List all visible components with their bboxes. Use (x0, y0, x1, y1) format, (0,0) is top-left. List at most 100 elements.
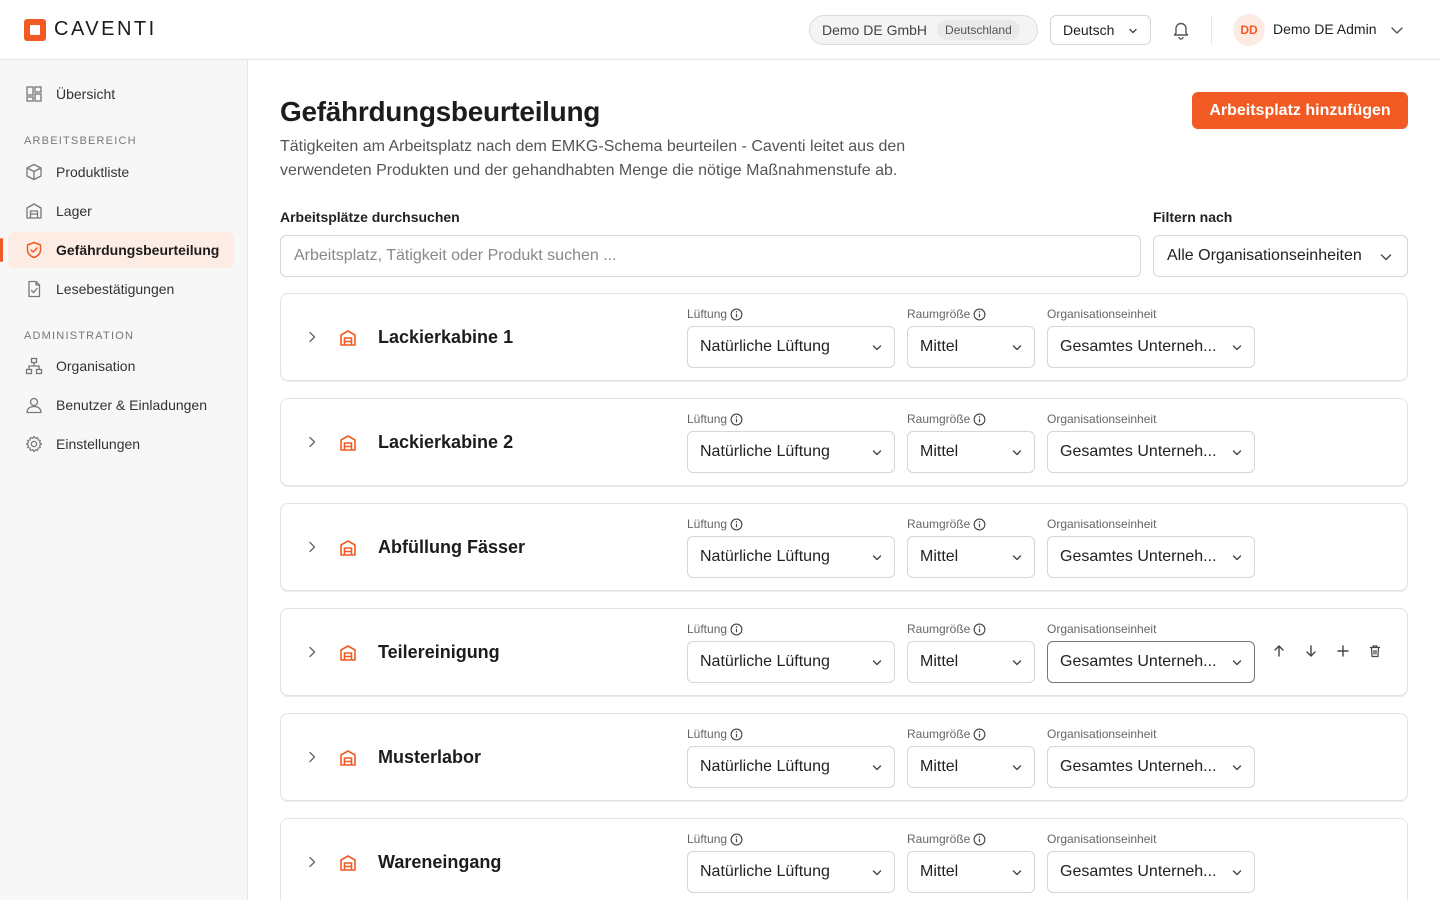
info-icon[interactable] (973, 413, 986, 426)
room-size-select[interactable]: Mittel (907, 326, 1035, 368)
logo-text: CAVENTI (54, 18, 157, 40)
ventilation-label-text: Lüftung (687, 307, 728, 321)
room-size-label-text: Raumgröße (907, 412, 971, 426)
workplace-name[interactable]: Musterlabor (378, 747, 481, 768)
ventilation-select[interactable]: Natürliche Lüftung (687, 326, 895, 368)
info-icon[interactable] (730, 728, 743, 741)
info-icon[interactable] (973, 833, 986, 846)
warehouse-icon (340, 435, 356, 451)
org-unit-filter-select[interactable]: Alle Organisationseinheiten (1153, 235, 1408, 277)
chevron-right-icon[interactable] (305, 330, 319, 344)
chevron-down-icon (1232, 870, 1242, 876)
org-unit-select[interactable]: Gesamtes Unterneh... (1047, 431, 1255, 473)
warehouse-icon (340, 540, 356, 556)
room-size-select[interactable]: Mittel (907, 536, 1035, 578)
warehouse-icon (24, 201, 44, 221)
info-icon[interactable] (973, 518, 986, 531)
chevron-right-icon[interactable] (305, 540, 319, 554)
org-unit-value: Gesamtes Unterneh... (1060, 548, 1217, 565)
language-value: Deutsch (1063, 22, 1115, 38)
workplace-name[interactable]: Teilereinigung (378, 642, 500, 663)
ventilation-value: Natürliche Lüftung (700, 758, 830, 775)
organisation-switcher[interactable]: Demo DE GmbH Deutschland (809, 15, 1038, 45)
trash-icon[interactable] (1367, 643, 1383, 659)
shield-check-icon (24, 240, 44, 260)
info-icon[interactable] (730, 623, 743, 636)
room-size-select[interactable]: Mittel (907, 851, 1035, 893)
info-icon[interactable] (730, 518, 743, 531)
language-select[interactable]: Deutsch (1050, 15, 1151, 45)
chevron-down-icon (1012, 345, 1022, 351)
org-unit-label: Organisationseinheit (1047, 307, 1157, 321)
info-icon[interactable] (973, 308, 986, 321)
chevron-down-icon (1012, 555, 1022, 561)
sidebar-item-label: Organisation (56, 358, 136, 374)
org-unit-value: Gesamtes Unterneh... (1060, 338, 1217, 355)
avatar[interactable]: DD (1233, 14, 1265, 46)
info-icon[interactable] (730, 308, 743, 321)
sidebar-item-overview[interactable]: Übersicht (8, 76, 234, 112)
info-icon[interactable] (730, 413, 743, 426)
add-workplace-button[interactable]: Arbeitsplatz hinzufügen (1192, 92, 1408, 129)
org-unit-select[interactable]: Gesamtes Unterneh... (1047, 746, 1255, 788)
room-size-label: Raumgröße (907, 727, 986, 741)
chevron-right-icon[interactable] (305, 645, 319, 659)
sidebar-item-products[interactable]: Produktliste (8, 154, 234, 190)
plus-icon[interactable] (1335, 643, 1351, 659)
workplace-card[interactable]: Wareneingang Lüftung Natürliche Lüftung … (280, 818, 1408, 900)
workplace-card[interactable]: Abfüllung Fässer Lüftung Natürliche Lüft… (280, 503, 1408, 591)
sidebar-item-settings[interactable]: Einstellungen (8, 426, 234, 462)
workplace-card[interactable]: Lackierkabine 2 Lüftung Natürliche Lüftu… (280, 398, 1408, 486)
top-bar: CAVENTI Demo DE GmbH Deutschland Deutsch… (0, 0, 1440, 60)
chevron-down-icon (1012, 870, 1022, 876)
workplace-card[interactable]: Teilereinigung Lüftung Natürliche Lüftun… (280, 608, 1408, 696)
org-unit-value: Gesamtes Unterneh... (1060, 653, 1217, 670)
chevron-right-icon[interactable] (305, 750, 319, 764)
room-size-select[interactable]: Mittel (907, 746, 1035, 788)
org-unit-label: Organisationseinheit (1047, 412, 1157, 426)
ventilation-select[interactable]: Natürliche Lüftung (687, 851, 895, 893)
logo[interactable]: CAVENTI (24, 18, 157, 41)
workplace-name[interactable]: Lackierkabine 2 (378, 432, 513, 453)
workplace-name[interactable]: Wareneingang (378, 852, 501, 873)
info-icon[interactable] (730, 833, 743, 846)
room-size-label-text: Raumgröße (907, 832, 971, 846)
info-icon[interactable] (973, 623, 986, 636)
workplace-card[interactable]: Lackierkabine 1 Lüftung Natürliche Lüftu… (280, 293, 1408, 381)
room-size-select[interactable]: Mittel (907, 431, 1035, 473)
chevron-right-icon[interactable] (305, 855, 319, 869)
org-unit-select[interactable]: Gesamtes Unterneh... (1047, 536, 1255, 578)
user-name[interactable]: Demo DE Admin (1273, 21, 1376, 37)
room-size-select[interactable]: Mittel (907, 641, 1035, 683)
arrow-down-icon[interactable] (1303, 643, 1319, 659)
sidebar-item-users[interactable]: Benutzer & Einladungen (8, 387, 234, 423)
arrow-up-icon[interactable] (1271, 643, 1287, 659)
logo-mark-icon (24, 18, 46, 41)
workplace-name[interactable]: Abfüllung Fässer (378, 537, 525, 558)
notification-bell-icon[interactable] (1171, 20, 1191, 40)
org-unit-label: Organisationseinheit (1047, 832, 1157, 846)
org-unit-select[interactable]: Gesamtes Unterneh... (1047, 641, 1255, 683)
ventilation-select[interactable]: Natürliche Lüftung (687, 431, 895, 473)
workplace-name[interactable]: Lackierkabine 1 (378, 327, 513, 348)
workplace-card[interactable]: Musterlabor Lüftung Natürliche Lüftung R… (280, 713, 1408, 801)
org-unit-select[interactable]: Gesamtes Unterneh... (1047, 851, 1255, 893)
ventilation-select[interactable]: Natürliche Lüftung (687, 536, 895, 578)
org-unit-select[interactable]: Gesamtes Unterneh... (1047, 326, 1255, 368)
chevron-down-icon (1129, 28, 1137, 34)
search-label: Arbeitsplätze durchsuchen (280, 209, 460, 225)
sidebar-item-read-confirmations[interactable]: Lesebestätigungen (8, 271, 234, 307)
search-input[interactable] (280, 235, 1141, 277)
room-size-value: Mittel (920, 548, 959, 565)
chevron-down-icon (872, 870, 882, 876)
sidebar-item-organisation[interactable]: Organisation (8, 348, 234, 384)
ventilation-label: Lüftung (687, 727, 743, 741)
ventilation-select[interactable]: Natürliche Lüftung (687, 641, 895, 683)
user-menu-chevron-icon[interactable] (1389, 22, 1405, 38)
info-icon[interactable] (973, 728, 986, 741)
sidebar-item-storage[interactable]: Lager (8, 193, 234, 229)
org-unit-label: Organisationseinheit (1047, 517, 1157, 531)
chevron-right-icon[interactable] (305, 435, 319, 449)
sidebar-item-risk-assessment[interactable]: Gefährdungsbeurteilung (0, 232, 234, 268)
ventilation-select[interactable]: Natürliche Lüftung (687, 746, 895, 788)
